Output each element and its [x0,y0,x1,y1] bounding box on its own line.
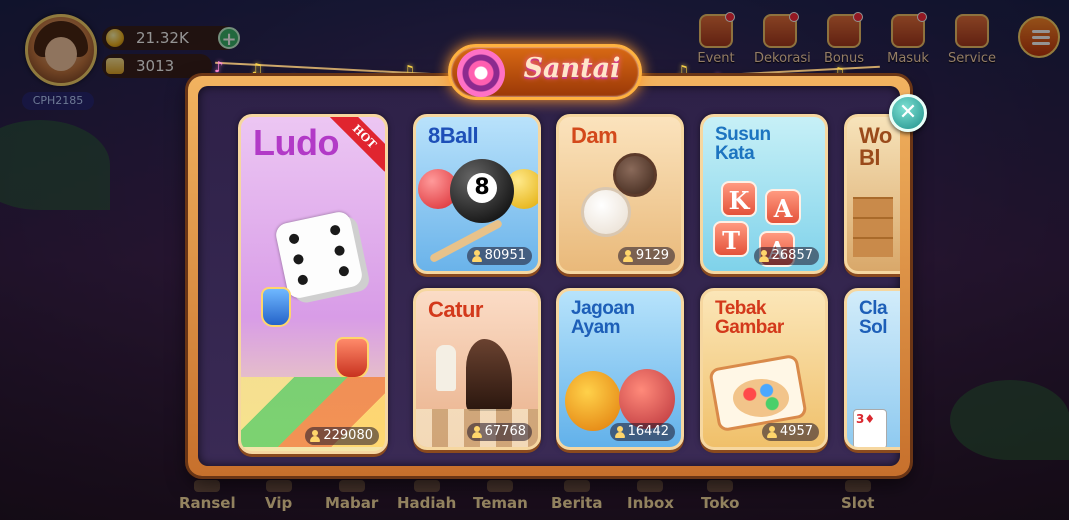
player-count: 4957 [761,423,819,441]
player-icon [622,250,633,262]
game-card-classic-solitaire[interactable]: Cla Sol 3♦ [844,288,900,450]
blue-pawn-icon [261,287,291,327]
player-count: 16442 [609,423,675,441]
letter-tile: A [765,189,801,225]
game-title: Ludo [253,122,339,163]
player-icon [614,426,625,438]
close-icon: ✕ [898,100,918,125]
modal-title-badge: Santai [448,44,642,100]
game-card-ludo[interactable]: HOT Ludo 229080 [238,114,388,454]
yellow-rooster-icon [565,371,621,431]
white-checker-icon [581,187,631,237]
game-title: Wo Bl [859,123,892,170]
game-card-jagoan-ayam[interactable]: Jagoan Ayam 16442 [556,288,684,450]
red-pawn-icon [335,337,369,379]
game-card-susun-kata[interactable]: Susun Kata K A T A 26857 [700,114,828,274]
game-title: Susun Kata [715,124,771,164]
player-count: 229080 [305,427,379,445]
game-card-tebak-gambar[interactable]: Tebak Gambar 4957 [700,288,828,450]
wood-block-icon [853,197,893,257]
player-count: 9129 [617,247,675,265]
game-card-catur[interactable]: Catur 67768 [413,288,541,450]
red-rooster-icon [619,369,675,429]
dice-icon [273,209,365,301]
game-card-word-block[interactable]: Wo Bl [844,114,900,274]
music-disc-icon [457,49,505,97]
game-title: Cla Sol [859,298,888,338]
player-count: 67768 [466,423,532,441]
game-title: Dam [571,123,618,148]
modal-title: Santai [523,53,621,84]
player-icon [758,250,769,262]
game-card-8ball[interactable]: 8Ball 8 80951 [413,114,541,274]
eight-ball-icon: 8 [450,159,514,223]
letter-tile: K [721,181,757,217]
player-icon [471,426,482,438]
player-count: 26857 [753,247,819,265]
games-carousel[interactable]: HOT Ludo 229080 8Ball 8 80951 Dam 9129 S… [198,86,900,466]
player-count: 80951 [466,247,532,265]
game-category-modal: HOT Ludo 229080 8Ball 8 80951 Dam 9129 S… [188,76,910,476]
game-title: Tebak Gambar [715,298,784,338]
game-title: Jagoan Ayam [571,298,635,338]
game-lobby-background: CPH2185 21.32K + 3013 Event Dekorasi Bon… [0,0,1069,520]
white-pawn-icon [436,345,456,391]
paint-palette-icon [733,379,789,417]
game-title: 8Ball [428,123,479,148]
game-card-dam[interactable]: Dam 9129 [556,114,684,274]
player-icon [310,430,321,442]
game-title: Catur [428,297,483,322]
modal-content: HOT Ludo 229080 8Ball 8 80951 Dam 9129 S… [198,86,900,466]
letter-tile: T [713,221,749,257]
music-note-icon: ♪ [214,58,224,76]
playing-card-icon: 3♦ [853,409,887,447]
knight-piece-icon [466,339,512,411]
player-icon [471,250,482,262]
player-icon [766,426,777,438]
close-button[interactable]: ✕ [889,94,927,132]
